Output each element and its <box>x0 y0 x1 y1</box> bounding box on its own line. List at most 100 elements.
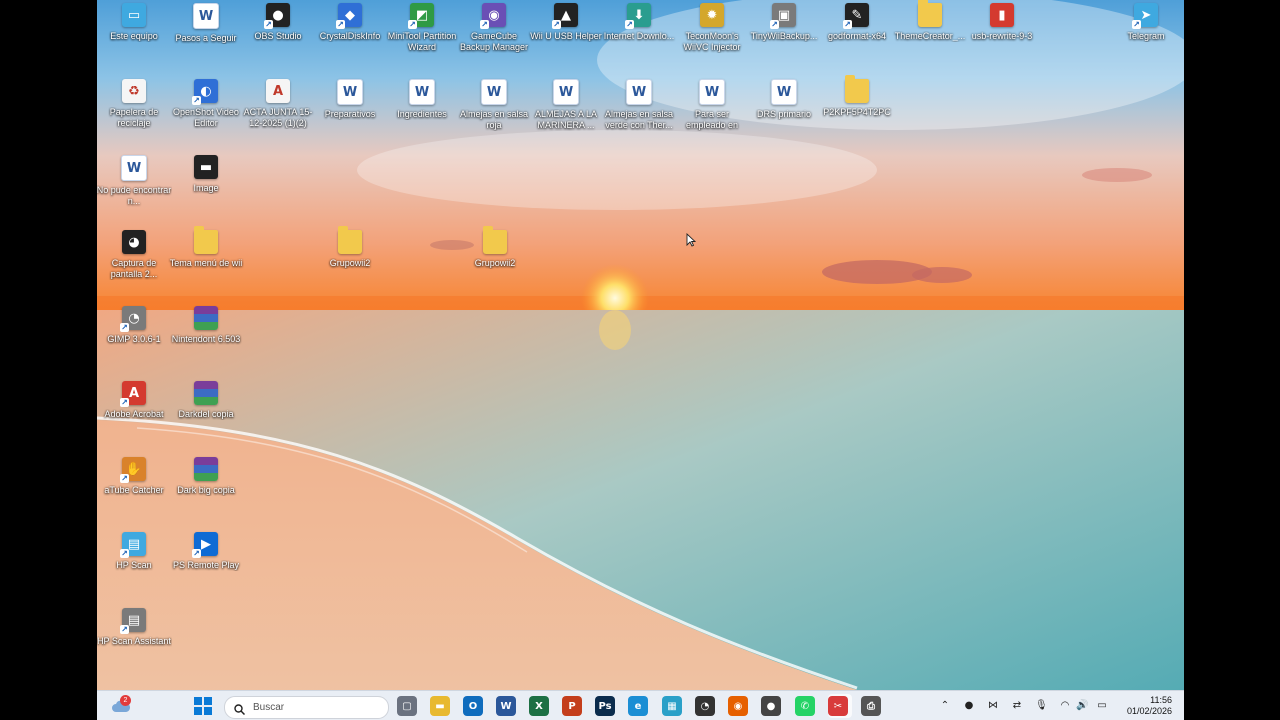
desktop-icon[interactable]: W No pude encontrar n... <box>97 155 172 207</box>
desktop-icon[interactable]: ▭ Este equipo <box>97 3 172 42</box>
desktop-icon[interactable]: ✹ TeconMoon's WiiVC Injector <box>674 3 750 53</box>
desktop-icon[interactable]: ▶ ↗ PS Remote Play <box>168 532 244 571</box>
task-view-icon[interactable]: ▢ <box>397 696 417 716</box>
search-input[interactable] <box>251 701 385 714</box>
desktop-icon[interactable]: ◕ Captura de pantalla 2... <box>97 230 172 280</box>
desktop-icon[interactable]: W Para ser empleado en nuestro curs... <box>674 79 750 131</box>
desktop-icon[interactable]: ➤ ↗ Telegram <box>1108 3 1184 42</box>
winrar-archive-icon <box>194 457 218 481</box>
desktop-icon[interactable]: W ALMEJAS A LA MARINERA ... <box>528 79 604 131</box>
clock[interactable]: 11:56 01/02/2026 <box>1120 695 1172 717</box>
shortcut-arrow-icon: ↗ <box>1132 20 1141 29</box>
screenshot-file-icon: ◕ <box>122 230 146 254</box>
desktop-icon[interactable]: Darkdel copia <box>168 381 244 420</box>
desktop-icon[interactable]: ▤ ↗ HP Scan <box>97 532 172 571</box>
pdf-document-icon: A <box>266 79 290 103</box>
desktop-icon[interactable]: ● ↗ OBS Studio <box>240 3 316 42</box>
edge-icon[interactable]: e <box>628 696 648 716</box>
desktop-icon[interactable]: ◐ ↗ OpenShot Video Editor <box>168 79 244 129</box>
sync-tray-icon[interactable]: ⇄ <box>1011 700 1023 712</box>
minitool-partition-icon: ◩ ↗ <box>408 3 434 29</box>
shortcut-arrow-icon: ↗ <box>770 20 779 29</box>
tinywiibackup-icon: ▣ ↗ <box>770 3 796 29</box>
desktop-icon-label: Papelera de reciclaje <box>109 107 159 128</box>
firefox-icon[interactable]: ◉ <box>728 696 748 716</box>
wifi-icon[interactable]: ◠ <box>1059 700 1071 712</box>
windows-logo-icon <box>194 697 212 715</box>
desktop-icon[interactable]: W Almejas en salsa roja <box>456 79 532 131</box>
desktop-icon[interactable]: ◔ ↗ GIMP 3.0.6-1 <box>97 306 172 345</box>
desktop-icon[interactable]: ✎ ↗ godformat-x64 <box>819 3 895 42</box>
snipping-tool-icon[interactable]: ✂ <box>828 696 848 716</box>
word-document-icon: W <box>771 79 797 105</box>
desktop-icon[interactable]: ◩ ↗ MiniTool Partition Wizard <box>384 3 460 53</box>
desktop-icon[interactable]: A ↗ Adobe Acrobat <box>97 381 172 420</box>
folder-icon <box>338 226 362 254</box>
speedometer-app-icon[interactable]: ◔ <box>695 696 715 716</box>
equalizer-tray-icon[interactable]: ⋈ <box>987 700 999 712</box>
desktop-icon-label: Telegram <box>1127 31 1165 41</box>
desktop-icon[interactable]: Grupowii2 <box>457 226 533 269</box>
show-hidden-icons-chevron[interactable]: ⌃ <box>939 700 951 712</box>
word-icon[interactable]: W <box>496 696 516 716</box>
taskbar-search-box[interactable] <box>224 696 389 719</box>
battery-icon[interactable]: ▭ <box>1096 700 1108 712</box>
desktop-icon[interactable]: ▬ Image <box>168 155 244 194</box>
desktop-icon[interactable]: Grupowii2 <box>312 226 388 269</box>
obs-studio-icon[interactable]: ● <box>761 696 781 716</box>
shortcut-arrow-icon: ↗ <box>336 20 345 29</box>
desktop-icon[interactable]: Nintendont 6.503 <box>168 306 244 345</box>
desktop-icon-label: Wii U USB Helper <box>530 31 602 41</box>
desktop-icon[interactable]: ♻ Papelera de reciclaje <box>97 79 172 129</box>
obs-studio-icon: ● ↗ <box>264 3 290 29</box>
folder-icon <box>483 226 507 254</box>
file-explorer-icon[interactable]: ▬ <box>430 696 450 716</box>
desktop-icon[interactable]: ThemeCreator_... <box>892 0 968 42</box>
start-button[interactable] <box>194 697 212 715</box>
desktop-icon-label: TinyWiiBackup... <box>750 31 818 41</box>
desktop-icon[interactable]: ▤ ↗ HP Scan Assistant <box>97 608 172 647</box>
powerpoint-icon[interactable]: P <box>562 696 582 716</box>
desktop-icon-label: Adobe Acrobat <box>104 409 164 419</box>
outlook-icon[interactable]: O <box>463 696 483 716</box>
winrar-archive-icon <box>194 381 218 405</box>
recycle-bin-icon: ♻ <box>122 79 146 103</box>
desktop-icon[interactable]: ◆ ↗ CrystalDiskInfo <box>312 3 388 42</box>
desktop-icon[interactable]: W Almejas en salsa verde con Ther... <box>601 79 677 131</box>
calculator-app-icon[interactable]: ▦ <box>662 696 682 716</box>
desktop-icon[interactable]: W Preparativos <box>312 79 388 120</box>
wiivc-injector-icon: ✹ <box>700 3 724 27</box>
desktop-icon[interactable]: ▣ ↗ TinyWiiBackup... <box>746 3 822 42</box>
whatsapp-icon[interactable]: ✆ <box>795 696 815 716</box>
word-document-icon: W <box>699 79 725 105</box>
desktop-icon[interactable]: W Ingredientes <box>384 79 460 120</box>
desktop-icon[interactable]: W DRS primario <box>746 79 822 120</box>
volume-icon[interactable]: 🔊 <box>1076 700 1088 712</box>
shortcut-arrow-icon: ↗ <box>120 398 129 407</box>
desktop-icon[interactable]: Dark big copia <box>168 457 244 496</box>
gamecube-backup-icon: ◉ ↗ <box>480 3 506 29</box>
shortcut-arrow-icon: ↗ <box>120 323 129 332</box>
desktop-icon[interactable]: P2KPF5P4T2PC <box>819 75 895 118</box>
wiiu-usb-helper-icon: ▲ ↗ <box>552 3 578 29</box>
microphone-icon[interactable]: 🎙 <box>1035 700 1048 712</box>
recording-app-tray-icon[interactable]: ● <box>963 700 975 712</box>
desktop-icon-label: TeconMoon's WiiVC Injector <box>683 31 741 52</box>
desktop-icon[interactable]: ◉ ↗ GameCube Backup Manager <box>456 3 532 53</box>
desktop-icon[interactable]: ▲ ↗ Wii U USB Helper <box>528 3 604 42</box>
desktop-icon-label: MiniTool Partition Wizard <box>387 31 457 52</box>
desktop-icon[interactable]: Tema menú de wii <box>168 226 244 269</box>
desktop-icon-label: Dark big copia <box>177 485 235 495</box>
shortcut-arrow-icon: ↗ <box>192 549 201 558</box>
folder-icon <box>918 0 942 27</box>
shortcut-arrow-icon: ↗ <box>408 20 417 29</box>
desktop-icon[interactable]: ▮ usb-rewrite-9-3 <box>964 3 1040 42</box>
shortcut-arrow-icon: ↗ <box>120 474 129 483</box>
desktop-icon[interactable]: W Pasos a Seguir <box>168 3 244 44</box>
printer-app-icon[interactable]: ⎙ <box>861 696 881 716</box>
photoshop-icon[interactable]: Ps <box>595 696 615 716</box>
desktop-icon[interactable]: ✋ ↗ aTube Catcher <box>97 457 172 496</box>
desktop-icon[interactable]: ⬇ ↗ Internet Downlo... <box>601 3 677 42</box>
excel-icon[interactable]: X <box>529 696 549 716</box>
desktop-icon[interactable]: A ACTA JUNTA 15-12-2025 (1)(2) <box>240 79 316 129</box>
